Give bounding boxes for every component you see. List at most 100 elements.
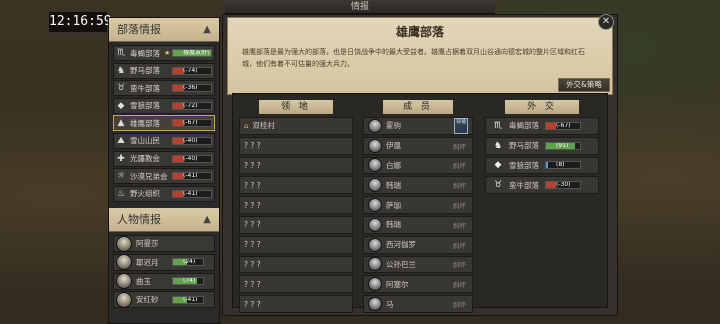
scorpion-icon: ♏: [493, 120, 503, 131]
tribe-list-item[interactable]: ♨ 野火组织 (-41): [113, 185, 215, 202]
member-item[interactable]: 伊凰 斜坏: [363, 136, 473, 155]
tribe-list-item[interactable]: ♉ 蛮牛部落 (-36): [113, 80, 215, 97]
tribe-list-item[interactable]: ◆ 雪狼部落 (-72): [113, 97, 215, 114]
member-item[interactable]: 马 斜坏: [363, 295, 473, 313]
avatar: [116, 235, 132, 252]
territory-header: 领 地: [259, 100, 333, 114]
member-name: 韩瑞: [386, 180, 401, 190]
relation-value: (-67): [183, 119, 198, 127]
member-item[interactable]: 韩瑞 斜坏: [363, 215, 473, 234]
person-name: 阿曼莎: [136, 239, 159, 249]
relation-bar: (-41): [172, 172, 212, 181]
person-name: 曲玉: [136, 276, 151, 286]
territory-name: ? ? ?: [244, 200, 261, 210]
collapse-chevron-icon[interactable]: ▲: [203, 18, 211, 42]
window-title: 情报: [350, 2, 369, 12]
relation-bar: (91): [545, 141, 581, 150]
tribe-list-item[interactable]: ⛰ 雪山山民 (-40): [113, 132, 215, 149]
bull-icon: ♉: [493, 180, 503, 191]
relation-value: (-40): [183, 154, 198, 162]
member-name: 韩瑞: [386, 220, 401, 230]
member-status: 斜坏: [453, 182, 466, 191]
relation-bar: (-72): [172, 101, 212, 110]
territory-name: ? ? ?: [244, 259, 261, 269]
member-item[interactable]: 霍驹 领袖: [363, 117, 473, 135]
diplomacy-item[interactable]: ◆ 雪狼部落 (8): [485, 156, 599, 175]
diplomacy-strategy-button[interactable]: 外交&策略: [558, 78, 610, 92]
eagle-icon: ▲: [117, 118, 125, 129]
member-item[interactable]: 西河伽罗 斜坏: [363, 235, 473, 254]
member-status: 斜坏: [453, 241, 466, 250]
tribe-list: ♏毒蝎部落★极度友好(100)♞野马部落(-74)♉蛮牛部落(-36)◆雪狼部落…: [109, 42, 219, 206]
person-list-item[interactable]: 曲玉 (74): [113, 272, 215, 290]
territory-name: 双桂村: [252, 121, 275, 131]
horse-icon: ♞: [493, 140, 503, 151]
member-name: 马: [386, 299, 394, 309]
tribe-list-item[interactable]: ✚ 光疆教会 (-40): [113, 150, 215, 167]
people-section-header[interactable]: 人物情报 ▲: [109, 208, 219, 233]
member-item[interactable]: 白娜 斜坏: [363, 156, 473, 175]
collapse-chevron-icon[interactable]: ▲: [203, 208, 211, 232]
tribe-section-header[interactable]: 部落情报 ▲: [109, 18, 219, 42]
territory-slot: ? ? ?: [239, 176, 353, 195]
mountain-icon: ⛰: [117, 135, 125, 146]
territory-name: ? ? ?: [244, 240, 261, 250]
diplomacy-item[interactable]: ♞ 野马部落 (91): [485, 136, 599, 155]
member-name: 阿塞尔: [386, 279, 409, 289]
tribe-list-item[interactable]: ♞ 野马部落 (-74): [113, 62, 215, 79]
person-list-item[interactable]: 安红砂 (-41): [113, 291, 215, 309]
relation-bar: (-36): [172, 84, 212, 93]
members-column: 成 员 霍驹 领袖 伊凰 斜坏 白娜 斜坏 韩瑞 斜坏 萨珈 斜坏 韩瑞 斜坏 西河伽罗 斜坏 公孙巴兰 斜坏…: [363, 100, 473, 315]
member-status: 斜坏: [453, 221, 466, 230]
people-list: 阿曼莎耶迟月 (24) 曲玉 (74) 安红砂 (-41): [109, 232, 219, 312]
member-status: 斜坏: [453, 261, 466, 270]
tribe-list-item[interactable]: ☼ 沙漠兄弟会 (-41): [113, 168, 215, 185]
tribe-list-item[interactable]: ♏毒蝎部落★极度友好(100): [113, 45, 215, 61]
member-item[interactable]: 韩瑞 斜坏: [363, 176, 473, 195]
relation-value: (-41): [183, 295, 198, 303]
relation-value: (-36): [183, 84, 198, 92]
territory-slot: ? ? ?: [239, 156, 353, 175]
scorpion-icon: ♏: [116, 48, 126, 58]
member-item[interactable]: 公孙巴兰 斜坏: [363, 255, 473, 274]
relation-value: (-40): [183, 136, 198, 144]
relation-value: (-41): [183, 189, 198, 197]
territory-name: ? ? ?: [244, 141, 261, 151]
territory-name: ? ? ?: [244, 180, 261, 190]
close-icon[interactable]: ✕: [598, 14, 614, 30]
person-list-item[interactable]: 耶迟月 (24): [113, 253, 215, 271]
tribe-name: 光疆教会: [130, 154, 160, 164]
person-list-item[interactable]: 阿曼莎: [113, 235, 215, 253]
relation-bar: (-30): [545, 181, 581, 190]
avatar: [368, 198, 382, 213]
tribe-list-item[interactable]: ▲ 雄鹰部落 (-67): [113, 115, 215, 132]
relation-bar: (-67): [172, 119, 212, 128]
members-header: 成 员: [383, 100, 453, 114]
diplomacy-column: 外 交 ♏ 毒蝎部落 (-67) ♞ 野马部落 (91) ◆ 雪狼部落 (8) ♉ 蛮牛部落 (-30…: [485, 100, 599, 196]
avatar: [368, 178, 382, 193]
territory-slot[interactable]: ⌂ 双桂村: [239, 117, 353, 135]
tribe-name: 野马部落: [130, 66, 160, 76]
tribe-description: 雄鹰部落是最为强大的部落，也是日饶战争中的最大受益者。雄鹰占据着双月山谷通向德宏…: [242, 48, 585, 68]
avatar: [368, 138, 382, 153]
relation-value: 极度友好(100): [183, 49, 211, 56]
member-name: 白娜: [386, 160, 401, 170]
diplomacy-item[interactable]: ♏ 毒蝎部落 (-67): [485, 117, 599, 135]
tribe-name: 雄鹰部落: [130, 118, 160, 128]
avatar: [368, 158, 382, 173]
territory-slot: ? ? ?: [239, 136, 353, 155]
diplomacy-item[interactable]: ♉ 蛮牛部落 (-30): [485, 176, 599, 195]
diplomacy-tribe-name: 野马部落: [509, 141, 539, 151]
relation-bar: (-67): [545, 121, 581, 130]
member-item[interactable]: 阿塞尔 斜坏: [363, 275, 473, 294]
fire-icon: ♨: [116, 188, 126, 199]
relation-bar: (-40): [172, 136, 212, 145]
relation-bar: (24): [172, 258, 204, 267]
relation-bar: (8): [545, 161, 581, 170]
territory-slot: ? ? ?: [239, 275, 353, 294]
territory-slot: ? ? ?: [239, 235, 353, 254]
member-item[interactable]: 萨珈 斜坏: [363, 196, 473, 214]
relation-bar: (-41): [172, 295, 204, 304]
relation-bar: (-74): [172, 66, 212, 75]
tribe-name: 野火组织: [130, 189, 160, 199]
